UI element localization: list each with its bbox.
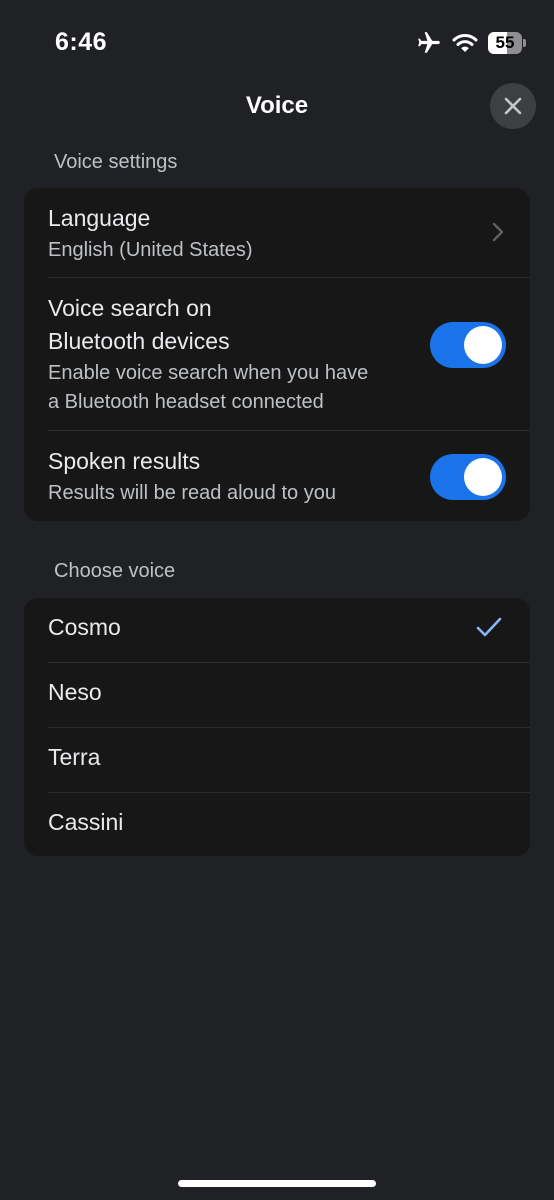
bluetooth-title-line1: Voice search on (48, 295, 212, 321)
language-row[interactable]: Language English (United States) (24, 188, 530, 278)
status-time: 6:46 (55, 28, 108, 56)
airplane-mode-icon (416, 30, 442, 56)
voice-settings-card: Language English (United States) Voice s… (24, 188, 530, 521)
checkmark-icon (476, 616, 502, 638)
voice-option-neso[interactable]: Neso (24, 663, 530, 728)
bluetooth-desc-line1: Enable voice search when you have (48, 362, 369, 384)
voice-option-cosmo[interactable]: Cosmo (24, 598, 530, 663)
voice-name: Neso (48, 679, 102, 705)
bluetooth-title-line2: Bluetooth devices (48, 328, 230, 354)
spoken-results-title: Spoken results (48, 448, 201, 474)
page-title: Voice (245, 92, 309, 119)
choose-voice-card: Cosmo Neso Terra Cassini (24, 598, 530, 856)
language-value: English (United States) (48, 239, 253, 261)
voice-name: Terra (48, 744, 101, 770)
chevron-right-icon (492, 222, 504, 242)
header: Voice (0, 80, 554, 134)
spoken-results-row: Spoken results Results will be read alou… (24, 431, 530, 521)
voice-option-terra[interactable]: Terra (24, 728, 530, 793)
status-bar: 6:46 55 (0, 0, 554, 90)
bluetooth-voice-search-row: Voice search on Bluetooth devices Enable… (24, 278, 530, 431)
battery-level: 55 (495, 33, 515, 52)
voice-option-cassini[interactable]: Cassini (24, 793, 530, 856)
spoken-results-desc: Results will be read aloud to you (48, 482, 336, 504)
toggle-knob (464, 458, 502, 496)
bluetooth-voice-search-toggle[interactable] (430, 322, 506, 368)
spoken-results-toggle[interactable] (430, 454, 506, 500)
bluetooth-desc-line2: a Bluetooth headset connected (48, 391, 324, 413)
section-label-choose-voice: Choose voice (54, 560, 176, 582)
toggle-knob (464, 326, 502, 364)
home-indicator[interactable] (178, 1180, 376, 1187)
battery-icon: 55 (488, 32, 526, 54)
language-title: Language (48, 205, 151, 231)
close-icon (503, 96, 523, 116)
section-label-voice-settings: Voice settings (54, 151, 178, 173)
status-icons: 55 (416, 30, 526, 56)
wifi-icon (452, 32, 478, 54)
close-button[interactable] (490, 83, 536, 129)
voice-name: Cassini (48, 809, 124, 835)
voice-name: Cosmo (48, 614, 121, 640)
